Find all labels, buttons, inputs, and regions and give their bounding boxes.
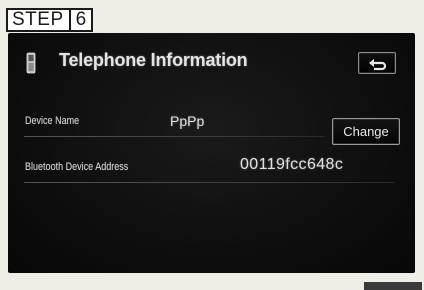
- display-screen: Telephone Information Device Name PpPp C…: [8, 33, 415, 273]
- mobile-phone-icon: [26, 52, 36, 74]
- bluetooth-address-row: Bluetooth Device Address 00119fcc648c: [8, 151, 415, 187]
- device-name-value: PpPp: [170, 113, 205, 129]
- back-button[interactable]: [358, 52, 396, 74]
- manual-page: STEP 6 Telephone Information Device Name: [0, 0, 424, 290]
- row-divider: [24, 136, 324, 137]
- image-code-tag: [364, 282, 422, 290]
- screen-header: Telephone Information: [8, 33, 415, 93]
- device-name-label: Device Name: [25, 115, 80, 127]
- step-badge: STEP 6: [6, 8, 94, 32]
- device-name-row: Device Name PpPp Change: [8, 105, 415, 145]
- return-arrow-icon: [369, 59, 387, 71]
- page-bottom-band: [0, 273, 424, 290]
- screen-title: Telephone Information: [59, 50, 248, 70]
- bluetooth-address-value: 00119fcc648c: [240, 156, 344, 173]
- change-button[interactable]: Change: [332, 118, 400, 145]
- bluetooth-address-label: Bluetooth Device Address: [25, 161, 129, 173]
- step-number: 6: [70, 8, 94, 32]
- row-divider: [24, 182, 394, 183]
- step-label: STEP: [6, 8, 71, 32]
